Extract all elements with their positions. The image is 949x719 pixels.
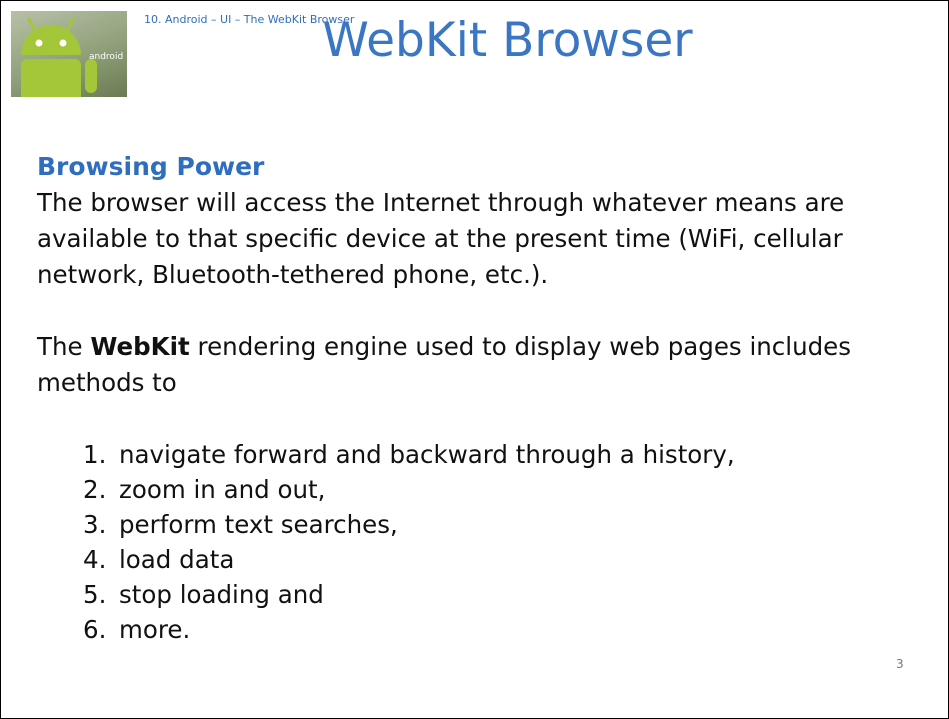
list-item: 1. navigate forward and backward through … bbox=[83, 437, 917, 472]
list-text: navigate forward and backward through a … bbox=[119, 440, 735, 469]
list-item: 6. more. bbox=[83, 612, 917, 647]
list-text: stop loading and bbox=[119, 580, 324, 609]
list-number: 5. bbox=[83, 580, 107, 609]
list-number: 4. bbox=[83, 545, 107, 574]
page-number: 3 bbox=[896, 657, 904, 671]
list-text: more. bbox=[119, 615, 191, 644]
list-number: 1. bbox=[83, 440, 107, 469]
list-text: zoom in and out, bbox=[119, 475, 326, 504]
slide-content: Browsing Power The browser will access t… bbox=[37, 149, 917, 647]
list-text: perform text searches, bbox=[119, 510, 398, 539]
list-number: 3. bbox=[83, 510, 107, 539]
page-title: WebKit Browser bbox=[322, 13, 693, 68]
section-heading: Browsing Power bbox=[37, 152, 265, 181]
list-item: 4. load data bbox=[83, 542, 917, 577]
list-text: load data bbox=[119, 545, 235, 574]
paragraph-webkit: The WebKit rendering engine used to disp… bbox=[37, 329, 917, 401]
paragraph-browsing: The browser will access the Internet thr… bbox=[37, 188, 845, 289]
list-item: 3. perform text searches, bbox=[83, 507, 917, 542]
list-item: 2. zoom in and out, bbox=[83, 472, 917, 507]
paragraph-webkit-prefix: The bbox=[37, 332, 91, 361]
list-item: 5. stop loading and bbox=[83, 577, 917, 612]
webkit-bold-term: WebKit bbox=[90, 332, 190, 361]
methods-list: 1. navigate forward and backward through … bbox=[83, 437, 917, 647]
list-number: 2. bbox=[83, 475, 107, 504]
slide: android 10. Android – UI – The WebKit Br… bbox=[0, 0, 949, 719]
list-number: 6. bbox=[83, 615, 107, 644]
